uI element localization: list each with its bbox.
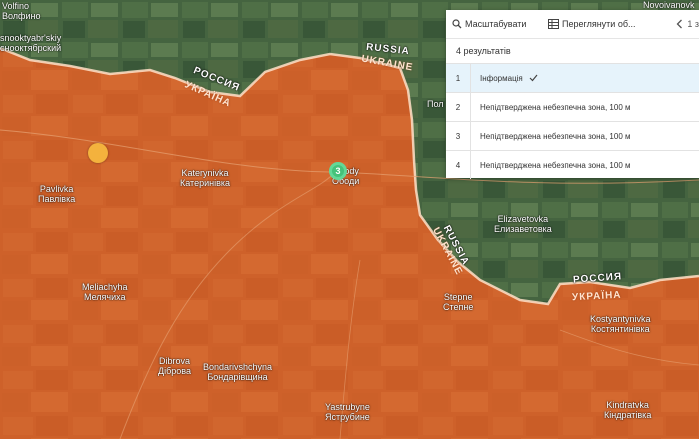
cluster-marker[interactable]: 3 (329, 162, 347, 180)
label-kindrativka: Kindratvka Кіндратівка (604, 400, 652, 420)
label-novoivanovka: Novoivanovk (643, 0, 695, 10)
checkmark-icon (529, 74, 538, 82)
label-volfino: Volfino Волфино (2, 1, 41, 21)
row-number: 3 (446, 122, 471, 150)
zoom-to-button[interactable]: Масштабувати (446, 19, 542, 29)
label-bondarivshchyna: Bondarivshchyna Бондарівщина (203, 362, 273, 382)
row-text: Непідтверджена небезпечна зона, 100 м (480, 131, 631, 141)
panel-toolbar: Масштабувати Переглянути об... 1 з (446, 10, 699, 39)
row-number: 4 (446, 151, 471, 179)
yellow-marker[interactable] (88, 143, 108, 163)
chevron-left-icon[interactable] (676, 19, 683, 29)
label-stepne: Stepne Степне (443, 292, 474, 312)
row-text: Непідтверджена небезпечна зона, 100 м (480, 102, 631, 112)
view-label: Переглянути об... (562, 19, 636, 29)
result-row-2[interactable]: 2 Непідтверджена небезпечна зона, 100 м (446, 92, 699, 121)
view-objects-button[interactable]: Переглянути об... (542, 19, 650, 29)
label-krasnooktyabrskiy: snooktyabr'skiy снооктябрский (0, 33, 62, 53)
result-row-4[interactable]: 4 Непідтверджена небезпечна зона, 100 м (446, 150, 699, 179)
table-icon (548, 19, 559, 29)
result-row-3[interactable]: 3 Непідтверджена небезпечна зона, 100 м (446, 121, 699, 150)
label-meliachyha: Meliachyha Мелячиха (82, 282, 128, 302)
row-number: 2 (446, 93, 471, 121)
label-elizavetovka: Elizavetovka Елизаветовка (494, 214, 552, 234)
result-row-1[interactable]: 1 Інформація (446, 63, 699, 92)
results-count: 4 результатів (456, 46, 511, 56)
zoom-label: Масштабувати (465, 19, 527, 29)
results-panel: Масштабувати Переглянути об... 1 з 4 рез… (446, 10, 699, 179)
row-text: Інформація (480, 73, 523, 83)
pager-label: 1 з (687, 19, 699, 29)
label-pol: Пол (427, 99, 444, 109)
label-dibrova: Dibrova Діброва (158, 356, 191, 376)
zoom-icon (452, 19, 462, 29)
label-yastrubyne: Yastrubyne Яструбине (325, 402, 370, 422)
row-text: Непідтверджена небезпечна зона, 100 м (480, 160, 631, 170)
label-kostiantynivka: Kostyantynivka Костянтинівка (590, 314, 651, 334)
label-katerynivka: Katerynivka Катеринівка (180, 168, 231, 188)
label-pavlivka: Pavlivka Павлівка (38, 184, 76, 204)
row-number: 1 (446, 64, 471, 92)
result-pager: 1 з (670, 10, 699, 38)
